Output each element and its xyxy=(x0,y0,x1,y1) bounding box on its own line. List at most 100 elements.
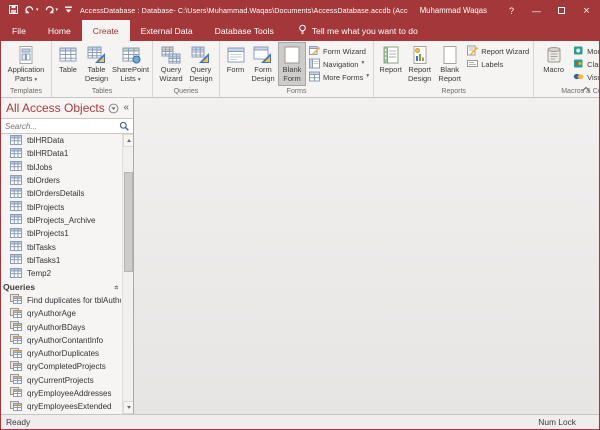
tell-me-box[interactable]: Tell me what you want to do xyxy=(289,20,426,41)
nav-item-qryemployeeaddresses[interactable]: qryEmployeeAddresses xyxy=(1,387,121,400)
close-button[interactable]: × xyxy=(574,1,599,20)
nav-item-qryauthorbdays[interactable]: qryAuthorBDays xyxy=(1,320,121,333)
signed-in-user: Muhammad Waqas xyxy=(408,6,499,15)
nav-item-qryemployeesextended[interactable]: qryEmployeesExtended xyxy=(1,400,121,413)
ribbon-button-form-design[interactable]: FormDesign xyxy=(248,42,278,86)
nav-item-tblhrdata[interactable]: tblHRData xyxy=(1,134,121,147)
shutter-bar-close-button[interactable]: « xyxy=(122,103,130,113)
customize-qat-icon xyxy=(63,2,74,20)
scroll-down-arrow[interactable] xyxy=(123,401,133,414)
nav-item-tblprojects-archive[interactable]: tblProjects_Archive xyxy=(1,214,121,227)
nav-query-icon xyxy=(10,334,22,346)
maximize-icon xyxy=(558,7,565,14)
maximize-button[interactable] xyxy=(549,1,574,20)
nav-item-tblorders[interactable]: tblOrders xyxy=(1,174,121,187)
navigation-icon xyxy=(309,58,320,71)
nav-item-find-duplicates-for-tblauthors[interactable]: Find duplicates for tblAuthors xyxy=(1,294,121,307)
nav-item-tblprojects1[interactable]: tblProjects1 xyxy=(1,227,121,240)
blank-report-icon xyxy=(440,45,460,65)
workspace-empty-area xyxy=(134,98,599,414)
tab-create[interactable]: Create xyxy=(82,20,130,41)
ribbon-button-form-wizard[interactable]: Form Wizard xyxy=(309,45,369,57)
ribbon-button-visual-basic[interactable]: Visual Basic xyxy=(573,71,599,83)
nav-table-icon xyxy=(10,268,22,280)
ribbon-button-table[interactable]: Table xyxy=(55,42,81,86)
nav-section-queries[interactable]: Queries» xyxy=(1,280,121,294)
nav-item-qryauthorcontantinfo[interactable]: qryAuthorContantInfo xyxy=(1,334,121,347)
ribbon-button-query-wizard[interactable]: QueryWizard xyxy=(156,42,186,86)
nav-query-icon xyxy=(10,321,22,333)
redo-icon xyxy=(44,2,55,20)
customize-quick-access-toolbar-button[interactable] xyxy=(63,2,74,20)
num-lock-indicator: Num Lock xyxy=(538,417,576,427)
tab-external-data[interactable]: External Data xyxy=(130,20,204,41)
nav-item-tbltasks[interactable]: tblTasks xyxy=(1,240,121,253)
macro-icon xyxy=(544,45,564,65)
nav-item-qryauthorage[interactable]: qryAuthorAge xyxy=(1,307,121,320)
ribbon-button-form[interactable]: Form xyxy=(223,42,248,86)
search-icon[interactable] xyxy=(119,121,130,132)
nav-table-icon xyxy=(10,201,22,213)
ribbon-button-more-forms[interactable]: More Forms▾ xyxy=(309,71,369,83)
nav-item-tbltasks1[interactable]: tblTasks1 xyxy=(1,254,121,267)
access-window: ▾▾ AccessDatabase : Database- C:\Users\M… xyxy=(0,0,600,430)
ribbon-button-navigation[interactable]: Navigation▾ xyxy=(309,58,369,70)
ribbon-group-tables: TableTableDesignSharePointLists ▾Tables xyxy=(52,41,153,97)
ribbon-button-report-wizard[interactable]: Report Wizard xyxy=(467,45,529,57)
nav-table-icon xyxy=(10,254,22,266)
nav-item-qrycompletedprojects[interactable]: qryCompletedProjects xyxy=(1,360,121,373)
nav-query-icon xyxy=(10,308,22,320)
ribbon-button-class-module[interactable]: Class Module xyxy=(573,58,599,70)
tab-file[interactable]: File xyxy=(1,20,37,41)
nav-item-tblhrdata1[interactable]: tblHRData1 xyxy=(1,147,121,160)
nav-item-qryauthorduplicates[interactable]: qryAuthorDuplicates xyxy=(1,347,121,360)
sharepoint-lists-icon xyxy=(121,45,141,65)
undo-button[interactable]: ▾ xyxy=(24,2,39,20)
nav-table-icon xyxy=(10,161,22,173)
nav-query-icon xyxy=(10,348,22,360)
nav-pane-menu-icon[interactable] xyxy=(108,103,119,114)
nav-item-tbljobs[interactable]: tblJobs xyxy=(1,161,121,174)
status-bar: Ready Num Lock xyxy=(1,414,599,429)
ribbon-button-labels[interactable]: Labels xyxy=(467,58,529,70)
nav-item-temp2[interactable]: Temp2 xyxy=(1,267,121,280)
nav-query-icon xyxy=(10,374,22,386)
nav-table-icon xyxy=(10,148,22,160)
scrollbar-thumb[interactable] xyxy=(124,172,133,272)
collapse-section-icon: » xyxy=(111,285,120,289)
chevron-up-icon xyxy=(581,85,591,93)
ribbon-button-table-design[interactable]: TableDesign xyxy=(81,42,112,86)
search-input[interactable] xyxy=(5,122,119,131)
nav-item-tblprojects[interactable]: tblProjects xyxy=(1,200,121,213)
more-forms-icon xyxy=(309,71,320,84)
query-wizard-icon xyxy=(161,45,181,65)
form-design-icon xyxy=(253,45,273,65)
help-button[interactable]: ? xyxy=(499,1,524,20)
ribbon-button-sharepoint-lists[interactable]: SharePointLists ▾ xyxy=(112,42,149,86)
ribbon-button-macro[interactable]: Macro xyxy=(537,42,570,86)
ribbon-button-module[interactable]: Module xyxy=(573,45,599,57)
ribbon-button-blank-form[interactable]: BlankForm xyxy=(278,42,306,86)
ribbon-button-query-design[interactable]: QueryDesign xyxy=(186,42,216,86)
nav-pane-title: All Access Objects xyxy=(6,101,105,115)
scroll-up-arrow[interactable] xyxy=(123,134,133,147)
ribbon-button-blank-report[interactable]: BlankReport xyxy=(435,42,464,86)
nav-item-tblordersdetails[interactable]: tblOrdersDetails xyxy=(1,187,121,200)
tab-home[interactable]: Home xyxy=(37,20,82,41)
redo-button[interactable]: ▾ xyxy=(44,2,59,20)
save-button[interactable] xyxy=(8,2,19,20)
ribbon-button-application-parts[interactable]: ApplicationParts ▾ xyxy=(4,42,48,86)
ribbon-button-report[interactable]: Report xyxy=(377,42,404,86)
group-label-forms: Forms xyxy=(223,86,370,97)
query-design-icon xyxy=(191,45,211,65)
collapse-ribbon-button[interactable] xyxy=(579,84,593,94)
tab-database-tools[interactable]: Database Tools xyxy=(204,20,285,41)
ribbon-tab-row: FileHomeCreateExternal DataDatabase Tool… xyxy=(1,20,599,41)
minimize-button[interactable]: — xyxy=(524,1,549,20)
class-module-icon xyxy=(573,58,584,71)
nav-object-list: tblHRDatatblHRData1tblJobstblOrderstblOr… xyxy=(1,134,133,414)
ribbon-button-report-design[interactable]: ReportDesign xyxy=(404,42,435,86)
nav-item-qrycurrentprojects[interactable]: qryCurrentProjects xyxy=(1,374,121,387)
nav-scrollbar[interactable] xyxy=(122,134,133,414)
visual-basic-icon xyxy=(573,71,584,84)
